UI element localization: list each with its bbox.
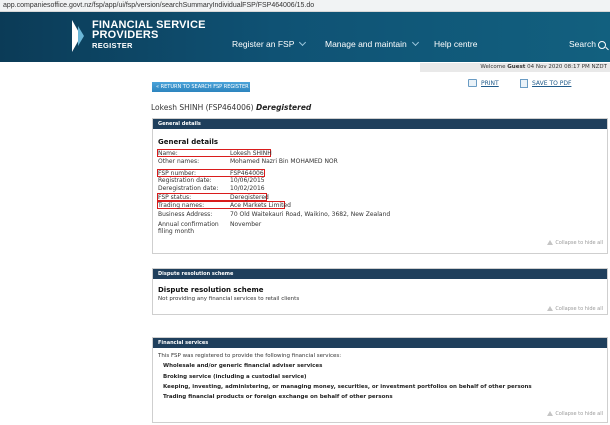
collapse-triangle-icon [547,240,554,245]
label-registration-date: Registration date: [158,177,212,184]
chevron-down-icon [299,38,307,47]
value-other-names: Mohamed Nazri Bin MOHAMED NOR [230,158,338,165]
collapse-label: Collapse to hide all [555,306,603,312]
label-other-names: Other names: [158,158,200,165]
dispute-resolution-text: Not providing any financial services to … [158,296,300,302]
service-item: Broking service (including a custodial s… [163,374,307,380]
collapse-label: Collapse to hide all [555,411,603,417]
welcome-datetime: 04 Nov 2020 08:17 PM NZDT [527,64,607,70]
nav-help-label: Help centre [434,39,478,49]
collapse-general-details[interactable]: Collapse to hide all [547,239,603,246]
value-name: Lokesh SHINH [230,150,272,157]
site-logo[interactable]: FINANCIAL SERVICE PROVIDERS REGISTER [92,20,206,51]
welcome-bar: Welcome Guest 04 Nov 2020 08:17 PM NZDT [420,63,610,72]
logo-chevron-accent-icon [78,26,84,46]
return-button-label: RETURN TO SEARCH FSP REGISTER [160,84,249,90]
print-link[interactable]: PRINT [481,80,499,87]
collapse-label: Collapse to hide all [555,240,603,246]
financial-services-header[interactable]: Financial services [153,338,607,348]
welcome-user: Guest [507,64,526,70]
label-annual-confirmation: Annual confirmation [158,221,219,228]
label-fsp-status: FSP status: [158,194,192,201]
nav-help-centre[interactable]: Help centre [434,39,477,49]
dispute-resolution-header[interactable]: Dispute resolution scheme [153,269,607,279]
logo-line-3: REGISTER [92,41,133,50]
nav-search-label: Search [569,39,596,49]
page-title-status: Deregistered [255,103,312,112]
page-title: Lokesh SHINH (FSP464006) Deregistered [151,103,311,112]
label-filing-month: filing month [158,228,195,235]
nav-register-label: Register an FSP [232,39,295,49]
nav-search[interactable]: Search [569,39,596,49]
value-annual-confirmation: November [230,221,262,228]
top-navigation: FINANCIAL SERVICE PROVIDERS REGISTER Reg… [0,12,610,62]
general-details-panel: General details General details Name: Lok… [152,118,608,254]
collapse-financial-services[interactable]: Collapse to hide all [547,410,603,417]
address-bar[interactable]: app.companiesoffice.govt.nz/fsp/app/ui/f… [0,0,610,12]
collapse-dispute[interactable]: Collapse to hide all [547,305,603,312]
service-item: Wholesale and/or generic financial advis… [163,363,323,369]
chevron-down-icon [411,38,419,47]
value-fsp-status: Deregistered [230,194,269,201]
value-trading-names: Ace Markets Limited [230,202,291,209]
label-trading-names: Trading names: [158,202,205,209]
general-details-header[interactable]: General details [153,119,607,129]
return-to-search-button[interactable]: « RETURN TO SEARCH FSP REGISTER [152,82,250,92]
pdf-icon[interactable] [520,79,528,88]
value-deregistration-date: 10/02/2016 [230,185,265,192]
save-pdf-link[interactable]: SAVE TO PDF [532,80,571,87]
service-item: Trading financial products or foreign ex… [163,394,393,400]
page-title-name: Lokesh SHINH (FSP464006) [151,103,254,112]
dispute-resolution-heading: Dispute resolution scheme [158,286,264,294]
general-details-heading: General details [158,138,219,146]
financial-services-intro: This FSP was registered to provide the f… [158,353,342,359]
search-icon[interactable] [598,41,606,49]
nav-manage-label: Manage and maintain [325,39,407,49]
printer-icon[interactable] [468,79,477,87]
nav-register-fsp[interactable]: Register an FSP [232,38,307,49]
label-name: Name: [158,150,178,157]
financial-services-panel: Financial services This FSP was register… [152,337,608,423]
value-fsp-number: FSP464006 [230,170,264,177]
nav-manage-maintain[interactable]: Manage and maintain [325,38,419,49]
label-business-address: Business Address: [158,211,213,218]
service-item: Keeping, investing, administering, or ma… [163,384,532,390]
label-fsp-number: FSP number: [158,170,197,177]
dispute-resolution-panel: Dispute resolution scheme Dispute resolu… [152,268,608,315]
welcome-prefix: Welcome [480,64,506,70]
collapse-triangle-icon [547,411,554,416]
label-deregistration-date: Deregistration date: [158,185,219,192]
value-business-address: 70 Old Waitekauri Road, Waikino, 3682, N… [230,211,391,218]
logo-line-2: PROVIDERS [92,29,159,41]
collapse-triangle-icon [547,306,554,311]
value-registration-date: 10/06/2015 [230,177,265,184]
